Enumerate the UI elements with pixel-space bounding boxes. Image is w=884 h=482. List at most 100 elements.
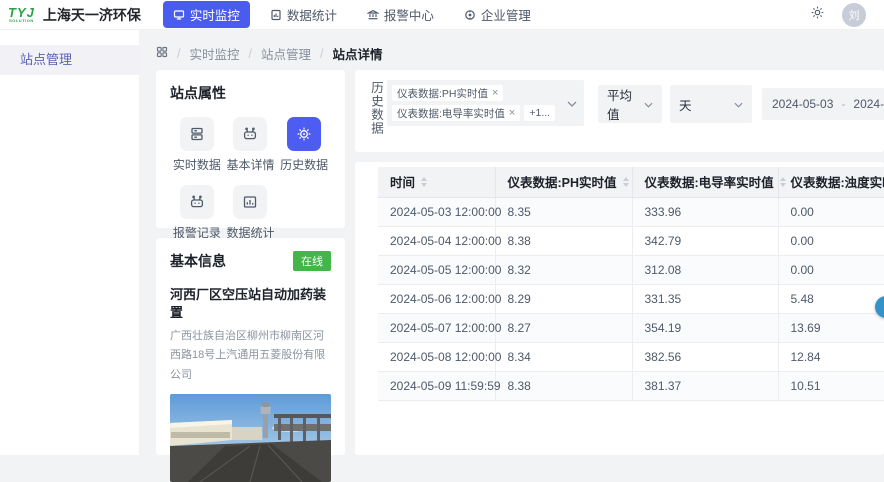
more-tags-chip[interactable]: +1...: [524, 105, 556, 121]
table-header-row: 时间 仪表数据:PH实时值 仪表数据:电导率实时值 仪表数据:浊度实时值: [378, 167, 884, 198]
col-header-conductivity[interactable]: 仪表数据:电导率实时值: [631, 167, 786, 198]
prop-btn-label: 历史数据: [280, 158, 329, 172]
navbar-right: 刘: [811, 2, 884, 27]
chevron-down-icon: [567, 94, 577, 112]
cell-ph: 8.27: [494, 312, 633, 343]
date-end-value: 2024-05-09: [853, 97, 884, 111]
selected-metric-tag: 仪表数据:电导率实时值 ×: [392, 105, 521, 121]
cell-turbidity: 0.00: [777, 254, 884, 285]
cell-conductivity: 342.79: [631, 225, 779, 256]
prop-btn-basic-detail[interactable]: 基本详情: [224, 117, 278, 173]
chevron-down-icon: [644, 97, 653, 111]
history-filter-card: 历史数据 仪表数据:PH实时值 × 仪表数据:电导率实时值 × +1... 平均…: [355, 70, 884, 152]
cell-time: 2024-05-06 12:00:00: [378, 283, 501, 314]
col-header-turbidity[interactable]: 仪表数据:浊度实时值: [777, 167, 884, 198]
station-props-grid: 实时数据 基本详情 历史数据 报警记录 数据统计: [170, 117, 331, 241]
breadcrumb-item-station-detail: 站点详情: [332, 48, 383, 62]
cell-turbidity: 0.00: [777, 225, 884, 256]
prop-btn-alarm-records[interactable]: 报警记录: [170, 185, 224, 241]
nav-item-label: 数据统计: [286, 9, 337, 23]
basic-info-title: 基本信息: [170, 253, 226, 269]
breadcrumb-separator: /: [248, 46, 252, 61]
date-range-picker[interactable]: 2024-05-03 - 2024-05-09: [762, 88, 884, 120]
aggregate-select[interactable]: 平均值: [598, 85, 662, 123]
history-data-table: 时间 仪表数据:PH实时值 仪表数据:电导率实时值 仪表数据:浊度实时值 202…: [378, 167, 884, 401]
company-logo: TYJ SOLUTION: [8, 6, 35, 23]
cell-time: 2024-05-03 12:00:00: [378, 196, 501, 227]
cell-turbidity: 10.51: [777, 370, 884, 401]
prop-btn-realtime-data[interactable]: 实时数据: [170, 117, 224, 173]
col-header-ph[interactable]: 仪表数据:PH实时值: [494, 167, 633, 198]
sort-icon[interactable]: [421, 176, 428, 187]
table-row: 2024-05-07 12:00:00 8.27 354.19 13.69: [378, 312, 884, 343]
table-row: 2024-05-06 12:00:00 8.29 331.35 5.48: [378, 283, 884, 314]
theme-sun-icon[interactable]: [811, 6, 824, 24]
station-props-card: 站点属性 实时数据 基本详情 历史数据 报警记录 数据统计: [156, 70, 345, 240]
col-header-time[interactable]: 时间: [378, 167, 496, 198]
breadcrumb-separator: /: [320, 46, 324, 61]
logo-subtext: SOLUTION: [9, 18, 34, 23]
station-props-title: 站点属性: [170, 85, 226, 101]
main-nav: 实时监控 数据统计 报警中心 企业管理: [162, 1, 541, 28]
prop-btn-label: 基本详情: [226, 158, 275, 172]
date-range-separator: -: [841, 97, 846, 111]
nav-item-realtime-monitor[interactable]: 实时监控: [162, 1, 250, 28]
table-row: 2024-05-09 11:59:59 8.38 381.37 10.51: [378, 370, 884, 401]
interval-value: 天: [679, 98, 692, 113]
breadcrumb-item-realtime[interactable]: 实时监控: [189, 44, 239, 63]
close-icon[interactable]: ×: [509, 107, 515, 119]
station-photo: [170, 393, 331, 482]
cell-turbidity: 12.84: [777, 341, 884, 372]
cell-time: 2024-05-04 12:00:00: [378, 225, 501, 256]
chevron-down-icon: [734, 97, 743, 111]
table-row: 2024-05-04 12:00:00 8.38 342.79 0.00: [378, 225, 884, 256]
nav-item-label: 报警中心: [383, 9, 434, 23]
sort-icon[interactable]: [779, 176, 786, 187]
cell-turbidity: 0.00: [777, 196, 884, 227]
cell-time: 2024-05-09 11:59:59: [378, 370, 501, 401]
monitor-icon: [173, 9, 185, 21]
nav-item-alarm-center[interactable]: 报警中心: [357, 1, 444, 28]
date-start-value: 2024-05-03: [772, 97, 834, 111]
prop-btn-label: 实时数据: [172, 158, 221, 172]
cell-conductivity: 381.37: [631, 370, 779, 401]
prop-btn-history-data[interactable]: 历史数据: [277, 117, 331, 173]
cell-ph: 8.29: [494, 283, 633, 314]
cell-turbidity: 13.69: [777, 312, 884, 343]
cell-turbidity: 5.48: [777, 283, 884, 314]
server-icon: [179, 117, 214, 151]
cell-conductivity: 333.96: [631, 196, 779, 227]
selected-metric-tag: 仪表数据:PH实时值 ×: [392, 85, 504, 101]
bank-icon: [366, 9, 379, 21]
cell-time: 2024-05-07 12:00:00: [378, 312, 501, 343]
cell-ph: 8.35: [494, 196, 633, 227]
cell-ph: 8.32: [494, 254, 633, 285]
metric-multiselect[interactable]: 仪表数据:PH实时值 × 仪表数据:电导率实时值 × +1...: [387, 80, 584, 126]
prop-btn-data-statistics[interactable]: 数据统计: [224, 185, 278, 241]
interval-select[interactable]: 天: [670, 85, 752, 123]
cell-time: 2024-05-08 12:00:00: [378, 341, 501, 372]
cell-time: 2024-05-05 12:00:00: [378, 254, 501, 285]
user-avatar[interactable]: 刘: [842, 2, 866, 27]
cell-conductivity: 312.08: [631, 254, 779, 285]
sidebar-item-station-management[interactable]: 站点管理: [0, 45, 139, 75]
nav-item-label: 企业管理: [480, 9, 531, 23]
chart-doc-icon: [270, 9, 282, 21]
breadcrumb: / 实时监控 / 站点管理 / 站点详情: [156, 44, 383, 63]
nav-item-data-statistics[interactable]: 数据统计: [260, 1, 347, 28]
sort-icon[interactable]: [622, 176, 629, 187]
tag-label: 仪表数据:PH实时值: [397, 87, 489, 100]
cell-conductivity: 382.56: [631, 341, 779, 372]
alarm-robot-icon: [179, 185, 214, 219]
cell-ph: 8.38: [494, 225, 633, 256]
aggregate-value: 平均值: [607, 89, 633, 122]
table-row: 2024-05-03 12:00:00 8.35 333.96 0.00: [378, 196, 884, 227]
close-icon[interactable]: ×: [492, 87, 498, 99]
station-address: 广西壮族自治区柳州市柳南区河西路18号上汽通用五菱股份有限公司: [170, 330, 326, 381]
breadcrumb-item-station-mgmt[interactable]: 站点管理: [261, 44, 311, 63]
left-sidebar: 站点管理: [0, 30, 140, 455]
apps-grid-icon[interactable]: [156, 46, 168, 61]
basic-info-card: 基本信息 在线 河西厂区空压站自动加药装置 广西壮族自治区柳州市柳南区河西路18…: [156, 238, 345, 482]
gear-icon: [287, 117, 322, 151]
nav-item-enterprise-mgmt[interactable]: 企业管理: [454, 1, 541, 28]
